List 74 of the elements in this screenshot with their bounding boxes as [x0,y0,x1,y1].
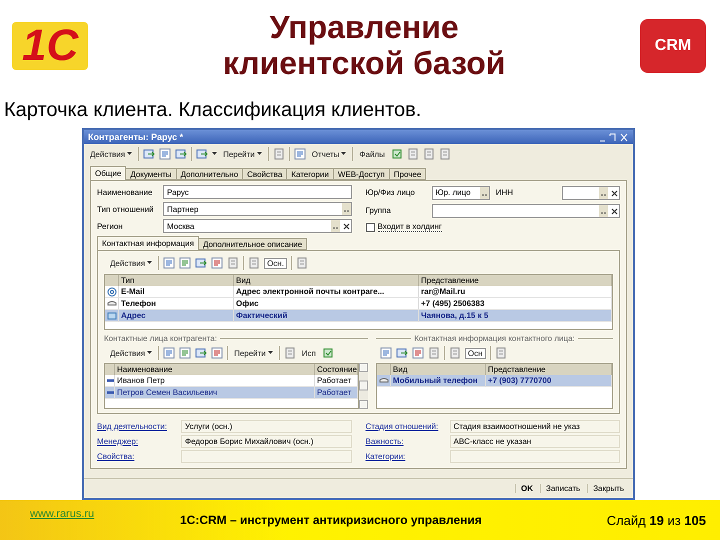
column-header: Вид [390,364,486,375]
actions-menu[interactable]: Действия [108,258,154,268]
field-label: Группа [366,206,392,215]
field-value: Федоров Борис Михайлович (осн.) [181,435,352,448]
field-link[interactable]: Менеджер: [97,437,181,446]
table-cell: E-Mail [119,286,234,298]
column-header: Представление [486,364,612,375]
actions-menu[interactable]: Действия [88,150,134,158]
actions-menu[interactable]: Действия [108,348,154,358]
logo: 1С [12,22,88,70]
tab[interactable]: Свойства [242,168,288,180]
checkbox-label: Входит в холдинг [378,222,442,232]
field-value: Стадия взаимоотношений не указ [450,420,620,433]
column-header: Тип [119,275,234,286]
slide-number: Слайд 19 из 105 [606,512,706,528]
field-link[interactable]: Вид деятельности: [97,422,181,431]
goto-menu[interactable]: Перейти [221,150,264,158]
use-button[interactable]: Исп [300,348,318,358]
tab[interactable]: Дополнительно [176,168,244,180]
tab[interactable]: Общие [90,166,126,180]
table-cell: +7 (495) 2506383 [419,298,612,310]
field-link[interactable]: Стадия отношений: [366,422,450,431]
table-cell: Работает [315,387,358,399]
table-cell: Телефон [119,298,234,310]
input-field[interactable]: Юр. лицо [432,186,490,200]
field-label: Тип отношений [97,204,155,214]
table-cell: Адрес [119,310,234,322]
input-field[interactable]: Рарус [163,185,352,199]
table-cell: Фактический [234,310,419,322]
column-header: Представление [419,275,612,286]
field-label: ИНН [496,188,514,197]
table-cell: rar@Mail.ru [419,286,612,298]
table-cell: Офис [234,298,419,310]
field-link[interactable]: Категории: [366,452,450,461]
window-title: Контрагенты: Рарус * [88,132,184,142]
tab[interactable]: Прочее [388,168,426,180]
column-header: Вид [234,275,419,286]
field-label: Юр/Физ лицо [366,188,416,197]
dialog-button[interactable]: Закрыть [587,484,629,493]
goto-menu[interactable]: Перейти [232,348,275,358]
table-cell: Работает [315,375,358,387]
crm-logo: CRM [640,19,706,73]
column-header: Состояние [315,364,358,375]
footer-caption: 1С:CRM – инструмент антикризисного управления [180,513,483,527]
field-label: Регион [97,222,124,230]
slide-subtitle: Карточка клиента. Классификация клиентов. [3,98,422,122]
field-value: Услуги (осн.) [181,420,352,433]
group-title: Контактные лица контрагента: [104,334,217,342]
dialog-button[interactable]: Записать [540,484,586,493]
tab[interactable]: WEB-Доступ [332,168,390,180]
tab[interactable]: Категории [286,168,334,180]
tab[interactable]: Контактная информация [97,236,199,250]
table-cell: +7 (903) 7770700 [486,375,612,387]
field-label: Наименование [97,188,154,196]
group-title: Контактная информация контактного лица: [414,334,575,342]
table-cell: Адрес электронной почты контраге... [234,286,419,298]
tab[interactable]: Документы [125,168,177,180]
main-toggle-button[interactable]: Осн. [264,258,287,268]
input-field[interactable]: Москва [163,219,352,233]
field-link[interactable]: Свойства: [97,452,181,461]
table-cell: Мобильный телефон [390,375,486,387]
main-toggle-button[interactable]: Осн [464,348,486,358]
table-cell: Петров Семен Васильевич [115,387,315,399]
tab[interactable]: Дополнительное описание [198,238,308,250]
slide-title: Управление клиентской базой [222,10,506,82]
input-field[interactable]: Партнер [163,202,352,216]
reports-menu[interactable]: Отчеты [310,150,348,158]
column-header: Наименование [115,364,315,375]
files-button[interactable]: Файлы [357,150,387,158]
table-cell: Иванов Петр [115,375,315,387]
table-cell: Чаянова, д.15 к 5 [419,310,612,322]
dialog-button[interactable]: OK [515,484,538,493]
field-link[interactable]: Важность: [366,437,450,446]
field-value: ABC-класс не указан [450,435,620,448]
